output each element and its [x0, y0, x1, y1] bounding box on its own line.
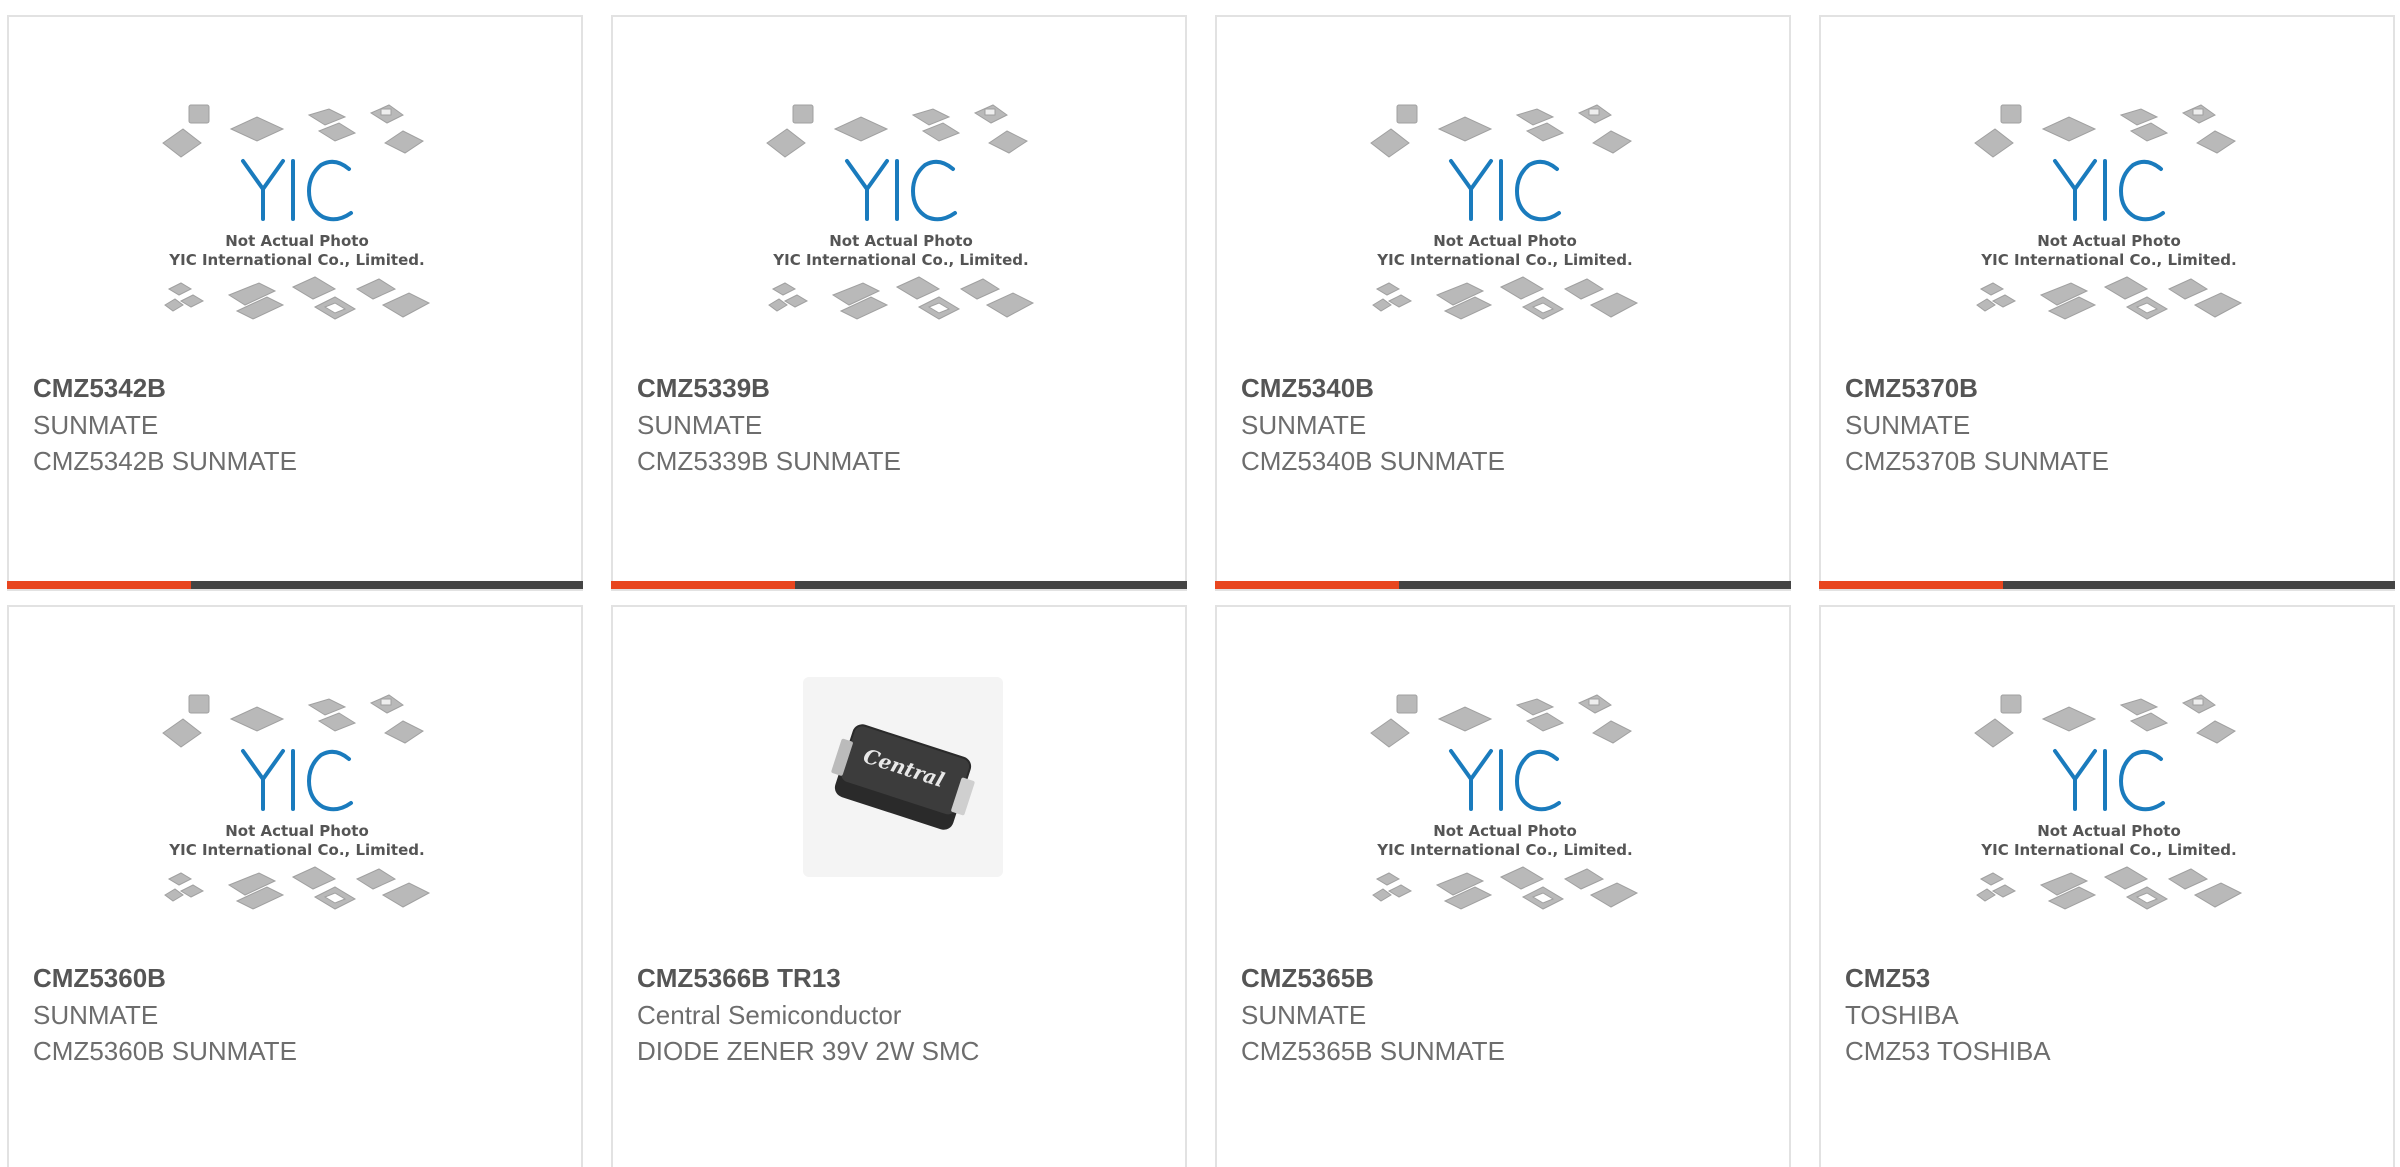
manufacturer: SUNMATE	[637, 410, 763, 440]
description: CMZ5340B SUNMATE	[1241, 446, 1505, 476]
placeholder-image[interactable]: Not Actual Photo YIC International Co., L…	[1971, 99, 2247, 339]
placeholder-caption: Not Actual Photo	[2037, 232, 2181, 250]
placeholder-company: YIC International Co., Limited.	[1376, 841, 1632, 859]
product-card[interactable]: Not Actual Photo YIC International Co., L…	[7, 605, 583, 1167]
placeholder-company: YIC International Co., Limited.	[168, 251, 424, 269]
product-card[interactable]: Central CMZ5366B TR13 Central Semiconduc…	[611, 605, 1187, 1167]
placeholder-company: YIC International Co., Limited.	[772, 251, 1028, 269]
product-card[interactable]: Not Actual Photo YIC International Co., L…	[1215, 605, 1791, 1167]
part-number[interactable]: CMZ5370B	[1845, 373, 1978, 404]
placeholder-caption: Not Actual Photo	[1433, 232, 1577, 250]
card-accent-bar	[1819, 581, 2003, 589]
placeholder-image[interactable]: Not Actual Photo YIC International Co., L…	[763, 99, 1039, 339]
part-number[interactable]: CMZ5339B	[637, 373, 770, 404]
manufacturer: SUNMATE	[1845, 410, 1971, 440]
manufacturer: Central Semiconductor	[637, 1000, 902, 1030]
description: CMZ5365B SUNMATE	[1241, 1036, 1505, 1066]
product-grid: Not Actual Photo YIC International Co., L…	[0, 0, 2400, 1167]
description: CMZ5360B SUNMATE	[33, 1036, 297, 1066]
description: CMZ5342B SUNMATE	[33, 446, 297, 476]
placeholder-caption: Not Actual Photo	[1433, 822, 1577, 840]
description: CMZ5339B SUNMATE	[637, 446, 901, 476]
placeholder-image[interactable]: Not Actual Photo YIC International Co., L…	[1971, 689, 2247, 929]
description: CMZ53 TOSHIBA	[1845, 1036, 2051, 1066]
placeholder-image[interactable]: Not Actual Photo YIC International Co., L…	[159, 689, 435, 929]
product-card[interactable]: Not Actual Photo YIC International Co., L…	[7, 15, 583, 591]
placeholder-company: YIC International Co., Limited.	[1980, 841, 2236, 859]
part-number[interactable]: CMZ5365B	[1241, 963, 1374, 994]
placeholder-image[interactable]: Not Actual Photo YIC International Co., L…	[1367, 689, 1643, 929]
part-number[interactable]: CMZ53	[1845, 963, 1930, 994]
product-card[interactable]: Not Actual Photo YIC International Co., L…	[611, 15, 1187, 591]
card-accent-bar	[611, 581, 795, 589]
description: CMZ5370B SUNMATE	[1845, 446, 2109, 476]
manufacturer: SUNMATE	[33, 410, 159, 440]
manufacturer: SUNMATE	[33, 1000, 159, 1030]
card-bottom-bar	[1819, 581, 2395, 589]
product-card[interactable]: Not Actual Photo YIC International Co., L…	[1819, 15, 2395, 591]
smc-diode-photo[interactable]: Central	[803, 677, 1003, 877]
part-number[interactable]: CMZ5340B	[1241, 373, 1374, 404]
manufacturer: SUNMATE	[1241, 410, 1367, 440]
card-accent-bar	[7, 581, 191, 589]
placeholder-caption: Not Actual Photo	[2037, 822, 2181, 840]
card-bottom-bar	[611, 581, 1187, 589]
manufacturer: SUNMATE	[1241, 1000, 1367, 1030]
part-number[interactable]: CMZ5366B TR13	[637, 963, 841, 994]
placeholder-caption: Not Actual Photo	[225, 822, 369, 840]
placeholder-company: YIC International Co., Limited.	[1376, 251, 1632, 269]
part-number[interactable]: CMZ5360B	[33, 963, 166, 994]
placeholder-caption: Not Actual Photo	[225, 232, 369, 250]
placeholder-caption: Not Actual Photo	[829, 232, 973, 250]
product-card[interactable]: Not Actual Photo YIC International Co., L…	[1819, 605, 2395, 1167]
part-number[interactable]: CMZ5342B	[33, 373, 166, 404]
description: DIODE ZENER 39V 2W SMC	[637, 1036, 980, 1066]
card-bottom-bar	[1215, 581, 1791, 589]
card-bottom-bar	[7, 581, 583, 589]
manufacturer: TOSHIBA	[1845, 1000, 1959, 1030]
placeholder-image[interactable]: Not Actual Photo YIC International Co., L…	[1367, 99, 1643, 339]
placeholder-image[interactable]: Not Actual Photo YIC International Co., L…	[159, 99, 435, 339]
placeholder-company: YIC International Co., Limited.	[168, 841, 424, 859]
product-card[interactable]: Not Actual Photo YIC International Co., L…	[1215, 15, 1791, 591]
card-accent-bar	[1215, 581, 1399, 589]
placeholder-company: YIC International Co., Limited.	[1980, 251, 2236, 269]
